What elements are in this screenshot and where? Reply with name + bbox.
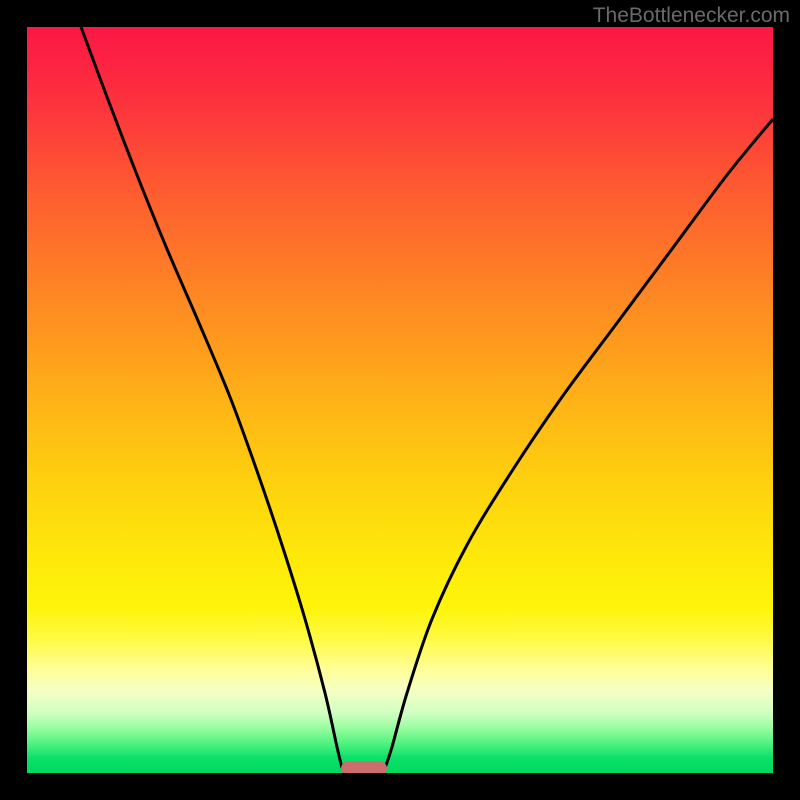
left-curve (81, 27, 342, 768)
bottleneck-curves (27, 27, 773, 773)
watermark-text: TheBottlenecker.com (593, 4, 790, 28)
chart-area (27, 27, 773, 773)
right-curve (385, 119, 773, 768)
optimal-marker (341, 761, 387, 773)
